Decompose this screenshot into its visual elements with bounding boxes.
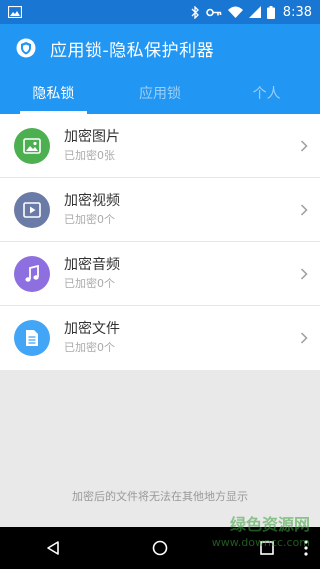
list-item-encrypt-images[interactable]: 加密图片 已加密0张 [0,114,320,178]
list-item-encrypt-audio[interactable]: 加密音频 已加密0个 [0,242,320,306]
footer-note: 加密后的文件将无法在其他地方显示 [72,490,248,503]
tab-label: 个人 [252,86,281,102]
video-icon [14,191,50,228]
tab-bar: 隐私锁 应用锁 个人 [0,72,320,114]
tab-label: 应用锁 [139,86,181,102]
item-count: 已加密0个 [64,341,115,354]
list-item-encrypt-videos[interactable]: 加密视频 已加密0个 [0,178,320,242]
item-count: 已加密0个 [64,276,115,290]
watermark-title: 绿色资源网 [229,515,310,534]
item-title: 加密视频 [64,192,120,209]
list-item-encrypt-files[interactable]: 加密文件 已加密0个 [0,306,320,370]
watermark-url: www.downcc.com [211,536,310,549]
back-icon[interactable] [33,528,73,568]
item-count: 已加密0张 [64,148,115,162]
status-bar: 8:38 [0,0,320,24]
item-title: 加密图片 [64,128,120,145]
image-icon [14,127,50,164]
chevron-right-icon [300,267,308,280]
item-count: 已加密0个 [64,212,115,226]
shield-icon [16,38,36,58]
item-title: 加密文件 [64,321,120,337]
app-title: 应用锁-隐私保护利器 [50,40,215,61]
wifi-icon [227,6,243,18]
chevron-right-icon [300,332,308,344]
tab-personal[interactable]: 个人 [213,72,320,114]
chevron-right-icon [300,139,308,152]
document-icon [14,320,50,356]
tab-label: 隐私锁 [32,86,75,102]
key-icon [205,8,222,17]
tab-privacy-lock[interactable]: 隐私锁 [0,72,107,114]
clock: 8:38 [282,4,312,20]
image-icon [8,6,22,18]
chevron-right-icon [300,203,308,216]
home-icon[interactable] [140,528,180,568]
item-title: 加密音频 [64,256,120,273]
tab-app-lock[interactable]: 应用锁 [107,72,214,114]
bluetooth-icon [191,5,200,19]
music-icon [14,255,50,292]
signal-icon [248,6,261,18]
battery-icon [266,5,275,19]
app-bar: 应用锁-隐私保护利器 [0,24,320,72]
encryption-list: 加密图片 已加密0张 加密视频 已加密0个 加密音频 已加密0个 加密文件 已加… [0,114,320,370]
watermark: 绿色资源网 www.downcc.com [212,516,310,552]
